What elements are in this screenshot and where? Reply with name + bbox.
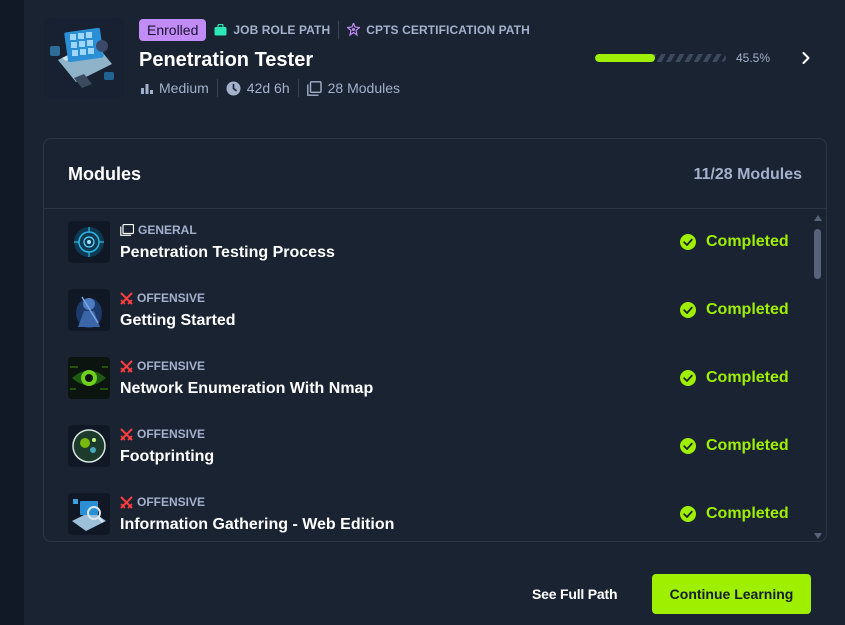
duration: 42d 6h xyxy=(226,80,290,96)
difficulty-bars-icon xyxy=(141,84,153,94)
check-circle-icon xyxy=(680,438,696,454)
difficulty: Medium xyxy=(141,80,209,96)
briefcase-icon xyxy=(214,24,227,36)
check-circle-icon xyxy=(680,302,696,318)
tag-divider xyxy=(338,21,340,39)
check-circle-icon xyxy=(680,506,696,522)
module-list: GENERAL Penetration Testing Process Comp… xyxy=(44,209,814,541)
module-category: OFFENSIVE xyxy=(120,495,205,509)
module-status-label: Completed xyxy=(706,505,789,522)
module-category-label: OFFENSIVE xyxy=(137,495,206,509)
left-rail xyxy=(0,0,24,625)
module-status: Completed xyxy=(680,369,789,387)
module-status: Completed xyxy=(680,233,789,251)
duration-label: 42d 6h xyxy=(246,80,290,96)
module-thumbnail xyxy=(68,357,110,399)
swords-icon xyxy=(120,359,133,373)
module-row[interactable]: OFFENSIVE Information Gathering - Web Ed… xyxy=(44,481,814,541)
module-category-label: OFFENSIVE xyxy=(137,427,206,441)
module-status: Completed xyxy=(680,301,789,319)
module-thumbnail xyxy=(68,493,110,535)
scroll-down-arrow-icon[interactable] xyxy=(814,533,822,539)
modules-card: Modules 11/28 Modules GENERAL Penetratio… xyxy=(43,138,827,542)
module-category-label: OFFENSIVE xyxy=(137,359,206,373)
modules-title: Modules xyxy=(68,164,142,184)
module-status-label: Completed xyxy=(706,437,789,454)
progress-bar xyxy=(595,54,726,62)
check-circle-icon xyxy=(680,370,696,386)
module-status-label: Completed xyxy=(706,233,789,250)
scroll-thumb[interactable] xyxy=(814,229,821,279)
path-title[interactable]: Penetration Tester xyxy=(139,49,313,72)
certification-icon xyxy=(347,23,361,37)
module-status: Completed xyxy=(680,437,789,455)
module-row[interactable]: OFFENSIVE Getting Started Completed xyxy=(44,277,814,345)
path-progress: 45.5% xyxy=(595,51,770,65)
swords-icon xyxy=(120,495,133,509)
swords-icon xyxy=(120,291,133,305)
modules-stack-icon xyxy=(306,80,322,96)
job-role-tag-label: JOB ROLE PATH xyxy=(233,23,331,37)
module-row[interactable]: GENERAL Penetration Testing Process Comp… xyxy=(44,209,814,277)
meta-divider xyxy=(297,79,299,97)
enrolled-badge: Enrolled xyxy=(139,19,207,41)
module-row[interactable]: OFFENSIVE Footprinting Completed xyxy=(44,413,814,481)
see-full-path-link[interactable]: See Full Path xyxy=(532,586,618,602)
certification-tag: CPTS CERTIFICATION PATH xyxy=(347,23,530,37)
book-icon xyxy=(120,224,134,236)
module-thumbnail xyxy=(68,221,110,263)
path-thumbnail xyxy=(44,18,124,98)
path-meta-row: Medium 42d 6h 28 Modules xyxy=(141,78,400,98)
module-name: Footprinting xyxy=(120,448,215,465)
module-category-label: GENERAL xyxy=(138,223,197,237)
path-badge-row: Enrolled JOB ROLE PATH CPTS CERTIFICATIO… xyxy=(139,18,530,42)
check-circle-icon xyxy=(680,234,696,250)
continue-learning-button[interactable]: Continue Learning xyxy=(652,574,811,614)
difficulty-label: Medium xyxy=(159,80,209,96)
module-name: Getting Started xyxy=(120,312,236,329)
expand-path-button[interactable] xyxy=(796,48,816,68)
module-name: Network Enumeration With Nmap xyxy=(120,380,374,397)
module-category: OFFENSIVE xyxy=(120,359,205,373)
job-role-tag: JOB ROLE PATH xyxy=(214,23,330,37)
path-panel: Enrolled JOB ROLE PATH CPTS CERTIFICATIO… xyxy=(24,0,845,625)
module-status-label: Completed xyxy=(706,301,789,318)
module-list-scrollbar[interactable] xyxy=(812,211,824,541)
module-status-label: Completed xyxy=(706,369,789,386)
module-name: Information Gathering - Web Edition xyxy=(120,516,395,533)
clock-icon xyxy=(226,81,241,95)
swords-icon xyxy=(120,427,133,441)
module-total-label: 28 Modules xyxy=(327,80,401,96)
module-category-label: OFFENSIVE xyxy=(137,291,206,305)
chevron-right-icon xyxy=(802,52,810,64)
module-total: 28 Modules xyxy=(306,80,401,96)
certification-tag-label: CPTS CERTIFICATION PATH xyxy=(366,23,530,37)
module-row[interactable]: OFFENSIVE Network Enumeration With Nmap … xyxy=(44,345,814,413)
module-category: OFFENSIVE xyxy=(120,427,205,441)
module-thumbnail xyxy=(68,425,110,467)
meta-divider xyxy=(216,79,218,97)
progress-percent: 45.5% xyxy=(735,51,770,65)
module-category: OFFENSIVE xyxy=(120,291,205,305)
module-status: Completed xyxy=(680,505,789,523)
modules-header: Modules 11/28 Modules xyxy=(44,139,826,209)
module-thumbnail xyxy=(68,289,110,331)
modules-count: 11/28 Modules xyxy=(693,166,803,183)
scroll-up-arrow-icon[interactable] xyxy=(814,215,822,221)
module-name: Penetration Testing Process xyxy=(120,244,335,261)
progress-fill xyxy=(595,54,655,62)
module-category: GENERAL xyxy=(120,223,197,237)
